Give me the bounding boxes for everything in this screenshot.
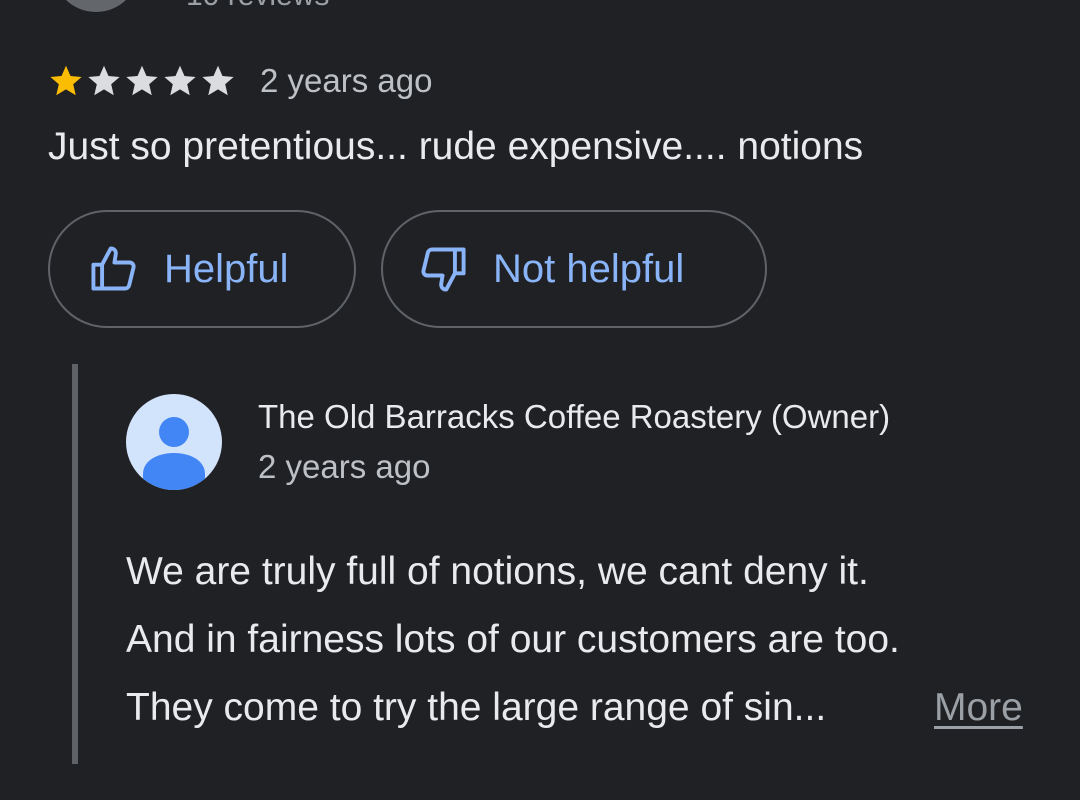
response-line: And in fairness lots of our customers ar… [126,618,900,661]
helpful-label: Helpful [164,247,289,291]
star-icon [88,65,120,96]
owner-response-time: 2 years ago [258,448,431,485]
owner-response-text: We are truly full of notions, we cant de… [126,538,1046,742]
owner-response-divider [72,364,78,764]
owner-name: The Old Barracks Coffee Roastery (Owner) [258,398,891,435]
rating-row: 2 years ago [48,58,432,104]
star-icon [50,65,82,96]
person-glyph-icon [143,417,205,490]
thumb-down-icon [421,247,466,292]
star-icon [202,65,234,96]
person-avatar-icon [126,394,222,490]
review-text: Just so pretentious... rude expensive...… [48,125,864,168]
helpful-button[interactable]: Helpful [48,210,356,328]
not-helpful-button[interactable]: Not helpful [381,210,767,328]
star-icon [164,65,196,96]
response-line: They come to try the large range of sin.… [126,686,827,729]
star-rating [48,63,236,99]
review-time: 2 years ago [260,62,433,99]
reviewer-review-count[interactable]: 10 reviews [186,0,329,14]
more-link[interactable]: More [934,674,1023,742]
response-line: We are truly full of notions, we cant de… [126,550,869,593]
reviewer-avatar[interactable] [56,0,136,12]
thumb-up-icon [91,246,136,291]
not-helpful-label: Not helpful [493,247,685,291]
review-card: 10 reviews 2 years ago Just so pretentio… [0,0,1080,800]
star-icon [126,65,158,96]
